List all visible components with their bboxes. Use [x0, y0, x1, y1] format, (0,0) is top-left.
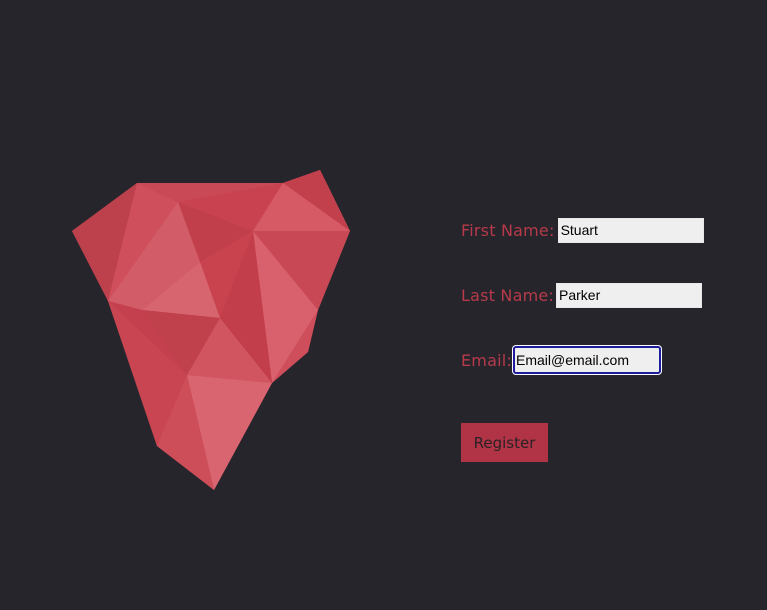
first-name-input[interactable] — [557, 217, 704, 243]
first-name-row: First Name: — [461, 216, 704, 244]
last-name-label: Last Name: — [461, 285, 555, 305]
last-name-row: Last Name: — [461, 281, 703, 309]
first-name-label: First Name: — [461, 220, 555, 240]
register-button[interactable]: Register — [461, 423, 548, 462]
email-label: Email: — [461, 350, 512, 370]
last-name-input[interactable] — [556, 282, 703, 308]
email-row: Email: — [461, 346, 661, 374]
registration-page: First Name: Last Name: Email: Register — [0, 0, 767, 610]
email-input[interactable] — [512, 346, 661, 374]
